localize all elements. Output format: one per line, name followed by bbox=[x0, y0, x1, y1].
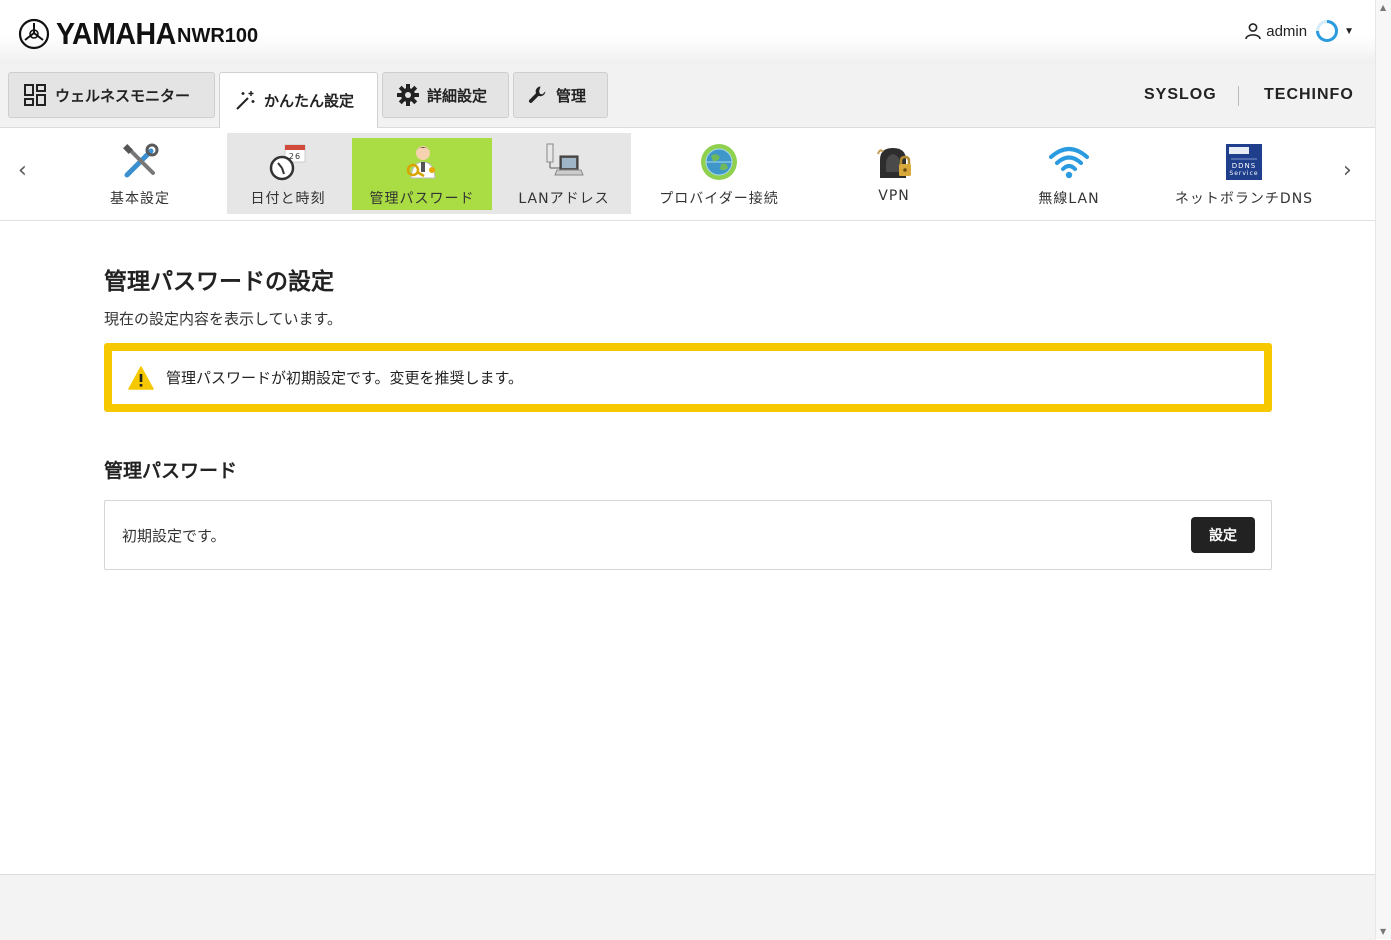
techinfo-link[interactable]: TECHINFO bbox=[1264, 86, 1354, 104]
yamaha-logo[interactable]: YAMAHA bbox=[18, 16, 186, 52]
sub-item-label: ネットボランチDNS bbox=[1174, 191, 1314, 207]
user-menu[interactable]: admin ▼ bbox=[1244, 19, 1354, 43]
scroll-left-arrow-icon[interactable]: ‹ bbox=[18, 158, 27, 183]
tab-easy-setup[interactable]: かんたん設定 bbox=[219, 72, 378, 128]
ddns-service-icon: DDNS Service bbox=[1226, 144, 1262, 180]
ddns-icon-line1: DDNS bbox=[1232, 162, 1256, 170]
page-title: 管理パスワードの設定 bbox=[104, 269, 334, 295]
sub-nav: ‹ 基本設定 26 日付と時刻 管理パスワード LANアドレス プロバイダー接続… bbox=[0, 128, 1376, 221]
globe-icon bbox=[701, 144, 737, 180]
sub-item-provider-connection[interactable]: プロバイダー接続 bbox=[655, 138, 783, 210]
page-footer bbox=[0, 874, 1376, 940]
sub-item-wireless-lan[interactable]: 無線LAN bbox=[1024, 138, 1114, 210]
sub-item-admin-password[interactable]: 管理パスワード bbox=[352, 138, 492, 210]
gear-icon bbox=[397, 84, 419, 106]
sub-item-label: VPN bbox=[878, 188, 910, 204]
model-name: NWR100 bbox=[177, 25, 259, 47]
tab-label: 詳細設定 bbox=[427, 86, 488, 105]
loading-ring-icon bbox=[1316, 20, 1339, 42]
tab-label: ウェルネスモニター bbox=[55, 86, 191, 105]
sub-item-label: LANアドレス bbox=[518, 191, 610, 207]
tuning-fork-emblem-icon bbox=[18, 18, 50, 50]
tab-advanced-settings[interactable]: 詳細設定 bbox=[382, 72, 509, 118]
tab-management[interactable]: 管理 bbox=[513, 72, 608, 118]
sub-item-lan-address[interactable]: LANアドレス bbox=[505, 138, 623, 210]
main-nav: ウェルネスモニター かんたん設定 詳細設定 管理 SYSLOG TECHINFO bbox=[0, 64, 1376, 128]
dashboard-icon bbox=[24, 84, 46, 106]
sub-item-label: 基本設定 bbox=[110, 191, 170, 207]
link-divider bbox=[1238, 86, 1239, 106]
sub-item-date-time[interactable]: 26 日付と時刻 bbox=[234, 138, 342, 210]
scroll-right-arrow-icon[interactable]: › bbox=[1343, 158, 1352, 183]
vpn-lock-icon bbox=[877, 148, 911, 178]
sub-item-label: 日付と時刻 bbox=[250, 191, 326, 207]
tab-label: かんたん設定 bbox=[264, 92, 355, 110]
lan-laptop-icon bbox=[546, 143, 584, 176]
warning-alert: 管理パスワードが初期設定です。変更を推奨します。 bbox=[104, 343, 1272, 412]
section-title: 管理パスワード bbox=[104, 460, 238, 482]
chevron-down-icon[interactable]: ▼ bbox=[1344, 26, 1354, 37]
page-scrollbar[interactable]: ▲ ▼ bbox=[1375, 0, 1391, 939]
password-status: 初期設定です。 bbox=[122, 527, 226, 545]
alert-message: 管理パスワードが初期設定です。変更を推奨します。 bbox=[166, 369, 524, 387]
tools-icon bbox=[123, 143, 159, 178]
warning-icon bbox=[128, 365, 154, 390]
tab-label: 管理 bbox=[556, 86, 587, 105]
admin-person-key-icon bbox=[406, 146, 436, 179]
calendar-clock-icon: 26 bbox=[269, 144, 306, 181]
user-icon bbox=[1245, 23, 1262, 40]
username: admin bbox=[1266, 22, 1308, 40]
sub-item-label: 無線LAN bbox=[1038, 191, 1100, 207]
password-panel: 初期設定です。 設定 bbox=[104, 500, 1272, 570]
ddns-icon-line2: Service bbox=[1229, 170, 1258, 177]
tab-wellness-monitor[interactable]: ウェルネスモニター bbox=[8, 72, 215, 118]
brand-name: YAMAHA bbox=[56, 16, 176, 51]
app-header: YAMAHA NWR100 admin ▼ bbox=[0, 0, 1376, 64]
wifi-icon bbox=[1049, 147, 1089, 179]
sub-item-vpn[interactable]: VPN bbox=[854, 138, 934, 210]
scroll-up-icon[interactable]: ▲ bbox=[1380, 3, 1386, 12]
wrench-icon bbox=[528, 86, 546, 103]
scroll-down-icon[interactable]: ▼ bbox=[1380, 927, 1386, 936]
sub-item-label: プロバイダー接続 bbox=[659, 191, 779, 207]
magic-wand-icon bbox=[236, 90, 255, 110]
page-description: 現在の設定内容を表示しています。 bbox=[104, 310, 343, 328]
sub-item-netvolante-dns[interactable]: DDNS Service ネットボランチDNS bbox=[1172, 138, 1316, 210]
sub-item-basic-settings[interactable]: 基本設定 bbox=[90, 138, 190, 210]
sub-item-label: 管理パスワード bbox=[369, 191, 475, 207]
syslog-link[interactable]: SYSLOG bbox=[1144, 86, 1217, 104]
set-button[interactable]: 設定 bbox=[1191, 517, 1255, 553]
